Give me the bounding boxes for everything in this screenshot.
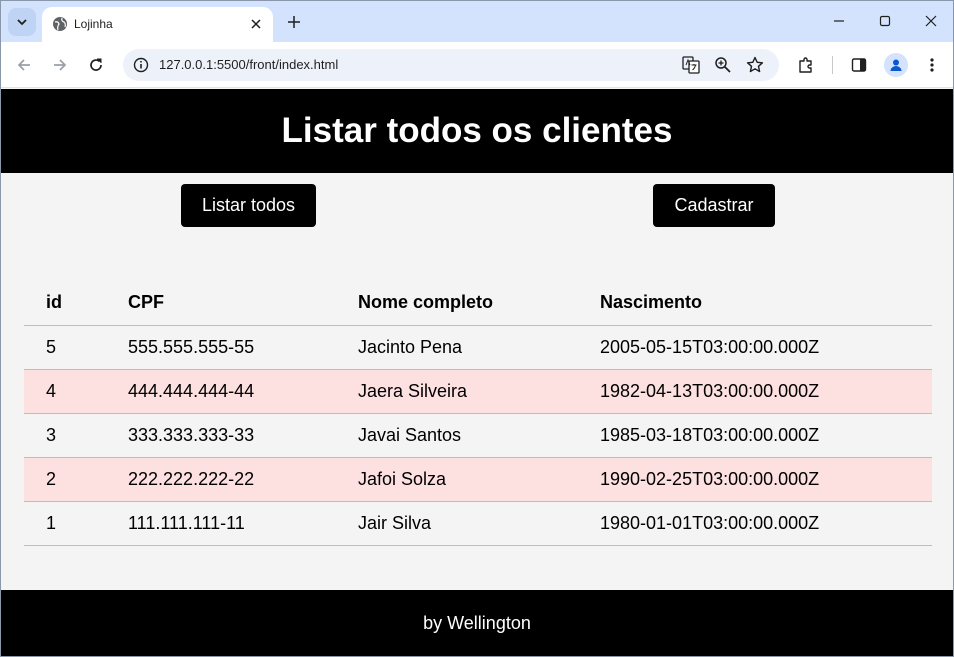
zoom-icon[interactable] [712,54,734,76]
close-icon[interactable] [247,15,265,33]
table-row: 3 333.333.333-33 Javai Santos 1985-03-18… [24,413,932,458]
cell-birth: 1980-01-01T03:00:00.000Z [578,501,932,546]
column-header-id: id [24,281,106,326]
table-row: 1 111.111.111-11 Jair Silva 1980-01-01T0… [24,501,932,546]
table-header-row: id CPF Nome completo Nascimento [24,281,932,326]
cell-cpf: 222.222.222-22 [106,457,336,502]
profile-icon[interactable] [884,53,908,77]
register-button[interactable]: Cadastrar [653,184,775,227]
page-header: Listar todos os clientes [1,89,953,173]
cell-id: 4 [24,369,106,414]
extensions-icon[interactable] [793,52,819,78]
cell-id: 1 [24,501,106,546]
maximize-icon[interactable] [872,9,898,33]
cell-cpf: 333.333.333-33 [106,413,336,458]
column-header-cpf: CPF [106,281,336,326]
browser-tab[interactable]: Lojinha [42,7,273,42]
menu-icon[interactable] [919,52,945,78]
tab-title: Lojinha [74,17,113,31]
table-row: 4 444.444.444-44 Jaera Silveira 1982-04-… [24,369,932,414]
side-panel-icon[interactable] [846,52,872,78]
cell-cpf: 111.111.111-11 [106,501,336,546]
tab-search-icon[interactable] [8,8,36,36]
reload-icon[interactable] [83,52,109,78]
cell-birth: 2005-05-15T03:00:00.000Z [578,325,932,370]
cell-cpf: 555.555.555-55 [106,325,336,370]
page-footer: by Wellington [1,590,953,656]
minimize-icon[interactable] [826,9,852,33]
column-header-birth: Nascimento [578,281,932,326]
tab-strip: Lojinha [1,1,953,42]
cell-name: Jafoi Solza [336,457,578,502]
translate-icon[interactable] [680,54,702,76]
browser-toolbar: 127.0.0.1:5500/front/index.html [1,42,953,88]
forward-icon[interactable] [47,52,73,78]
cell-name: Jaera Silveira [336,369,578,414]
list-all-button[interactable]: Listar todos [181,184,316,227]
cell-id: 5 [24,325,106,370]
plus-icon[interactable] [283,11,305,33]
cell-cpf: 444.444.444-44 [106,369,336,414]
info-icon[interactable] [131,55,151,75]
cell-name: Javai Santos [336,413,578,458]
star-icon[interactable] [744,54,766,76]
table-row: 2 222.222.222-22 Jafoi Solza 1990-02-25T… [24,457,932,502]
cell-name: Jacinto Pena [336,325,578,370]
back-icon[interactable] [11,52,37,78]
page-content: Listar todos os clientes Listar todos Ca… [1,89,953,656]
table-row: 5 555.555.555-55 Jacinto Pena 2005-05-15… [24,325,932,370]
globe-icon [52,16,68,32]
window-close-icon[interactable] [918,9,944,33]
cell-id: 3 [24,413,106,458]
clients-table: id CPF Nome completo Nascimento 5 555.55… [24,281,932,546]
page-title: Listar todos os clientes [281,111,673,150]
cell-birth: 1982-04-13T03:00:00.000Z [578,369,932,414]
toolbar-divider [832,56,833,74]
cell-birth: 1990-02-25T03:00:00.000Z [578,457,932,502]
footer-text: by Wellington [423,612,531,633]
address-bar[interactable]: 127.0.0.1:5500/front/index.html [123,49,779,81]
cell-name: Jair Silva [336,501,578,546]
browser-window: Lojinha 127.0.0.1:5500/front/index.html … [0,0,954,657]
cell-birth: 1985-03-18T03:00:00.000Z [578,413,932,458]
cell-id: 2 [24,457,106,502]
column-header-name: Nome completo [336,281,578,326]
url-text: 127.0.0.1:5500/front/index.html [159,57,339,72]
